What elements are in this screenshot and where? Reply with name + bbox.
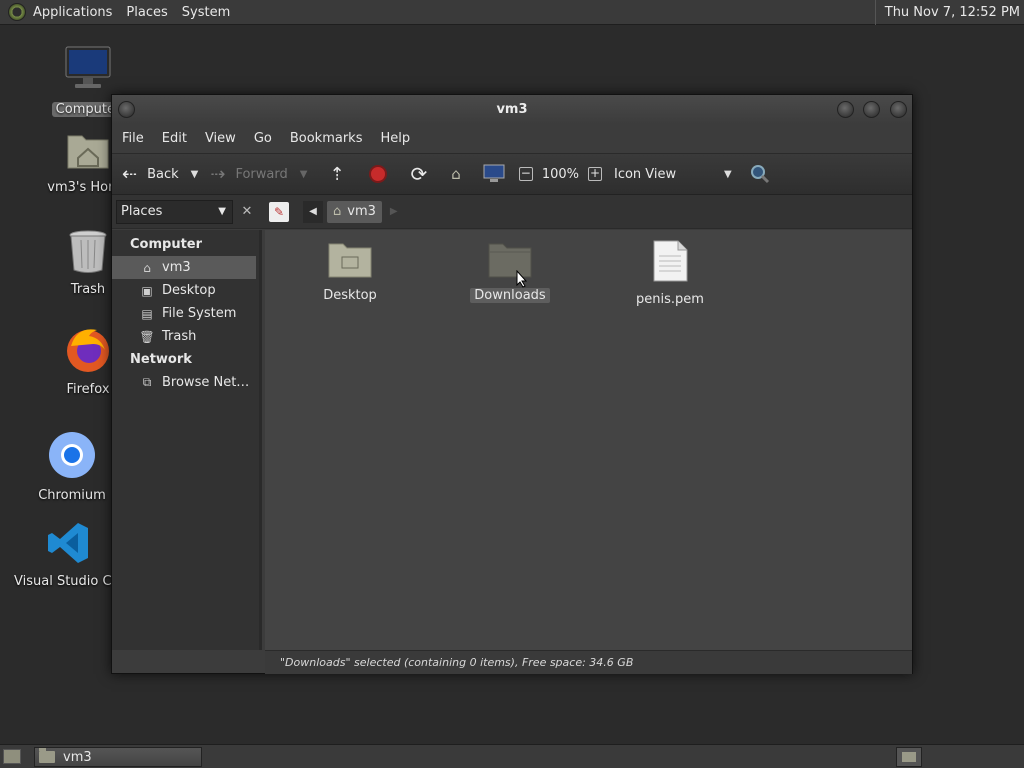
home-folder-icon — [67, 135, 109, 169]
firefox-icon — [67, 329, 109, 372]
sidebar-item-label: File System — [162, 306, 237, 321]
distro-logo-icon[interactable] — [8, 3, 26, 21]
workspace-switcher[interactable] — [896, 747, 922, 767]
back-button[interactable]: ⇠ Back — [122, 164, 179, 185]
close-button[interactable] — [890, 101, 907, 118]
sidebar-item-browse-network[interactable]: ⧉ Browse Net… — [112, 371, 259, 394]
sidebar-item-label: Trash — [162, 329, 197, 344]
sidebar-item-filesystem[interactable]: ▤ File System — [112, 302, 259, 325]
places-combo-label: Places — [121, 204, 163, 219]
computer-icon[interactable] — [483, 164, 505, 184]
up-icon[interactable]: ⇡ — [329, 164, 344, 185]
folder-icon — [902, 752, 916, 762]
search-icon[interactable] — [750, 164, 770, 184]
folder-icon — [39, 748, 55, 763]
location-bar: Places ▼ ✕ ✎ ◀ ⌂ vm3 ▶ — [112, 195, 912, 229]
show-desktop-icon[interactable] — [3, 749, 21, 764]
taskbar-button-vm3[interactable]: vm3 — [34, 747, 202, 767]
text-file-icon — [653, 240, 688, 282]
menu-file[interactable]: File — [112, 131, 153, 146]
window-title: vm3 — [496, 102, 528, 117]
sidebar: Computer ⌂ vm3 ▣ Desktop ▤ File System 🗑… — [112, 230, 262, 650]
back-arrow-icon: ⇠ — [122, 163, 138, 185]
desktop-label-trash: Trash — [70, 282, 106, 297]
trash-icon — [69, 230, 107, 273]
taskbar-label: vm3 — [63, 749, 92, 765]
desktop-label-firefox: Firefox — [66, 382, 110, 397]
sidebar-item-label: vm3 — [162, 260, 191, 275]
places-menu[interactable]: Places — [119, 0, 174, 25]
status-bar: "Downloads" selected (containing 0 items… — [265, 650, 912, 674]
path-button-label: vm3 — [347, 204, 376, 219]
monitor-icon — [65, 46, 111, 88]
view-mode-dropdown[interactable]: ▼ — [724, 169, 732, 180]
trash-icon: 🗑 — [139, 329, 155, 344]
edit-location-icon[interactable]: ✎ — [269, 201, 289, 222]
sidebar-places-select[interactable]: Places ▼ — [116, 199, 233, 224]
desktop-icon: ▣ — [141, 283, 153, 298]
toolbar: ⇠ Back ▼ ⇢ Forward ▼ ⇡ ⟳ ⌂ − 100% + Icon… — [112, 153, 912, 195]
back-label: Back — [147, 166, 179, 182]
window-titlebar[interactable]: vm3 — [112, 95, 912, 124]
sidebar-item-desktop[interactable]: ▣ Desktop — [112, 279, 259, 302]
file-view[interactable]: Desktop Downloads penis.pem — [265, 230, 912, 650]
clock[interactable]: Thu Nov 7, 12:52 PM — [874, 0, 1020, 25]
file-manager-window: vm3 File Edit View Go Bookmarks Help ⇠ B… — [111, 94, 913, 674]
path-right-arrow-icon[interactable]: ▶ — [390, 206, 398, 217]
forward-label: Forward — [235, 166, 288, 182]
sidebar-item-vm3[interactable]: ⌂ vm3 — [112, 256, 256, 279]
maximize-button[interactable] — [863, 101, 880, 118]
file-label: Desktop — [323, 288, 377, 303]
forward-arrow-icon: ⇢ — [210, 163, 226, 185]
menu-help[interactable]: Help — [371, 131, 419, 146]
file-label: penis.pem — [636, 292, 704, 307]
forward-button[interactable]: ⇢ Forward — [210, 164, 287, 185]
path-left-arrow-icon[interactable]: ◀ — [303, 200, 323, 223]
menu-go[interactable]: Go — [245, 131, 281, 146]
menu-bookmarks[interactable]: Bookmarks — [281, 131, 372, 146]
path-button-vm3[interactable]: ⌂ vm3 — [327, 200, 382, 223]
zoom-in-icon[interactable]: + — [588, 167, 602, 181]
desktop-icon-vscode[interactable]: Visual Studio Code — [14, 520, 124, 589]
chevron-down-icon: ▼ — [218, 206, 226, 217]
system-menu[interactable]: System — [175, 0, 237, 25]
back-history-dropdown[interactable]: ▼ — [191, 169, 199, 180]
view-mode-select[interactable]: Icon View — [614, 167, 724, 182]
home-icon: ⌂ — [333, 204, 342, 219]
menubar: File Edit View Go Bookmarks Help — [112, 124, 912, 153]
file-item-desktop[interactable]: Desktop — [290, 240, 410, 303]
sidebar-section-computer: Computer — [130, 237, 203, 252]
vscode-icon — [48, 523, 88, 563]
close-sidebar-icon[interactable]: ✕ — [236, 201, 258, 223]
sidebar-item-label: Browse Net… — [162, 375, 250, 390]
minimize-button[interactable] — [837, 101, 854, 118]
menu-edit[interactable]: Edit — [153, 131, 196, 146]
home-icon[interactable]: ⌂ — [451, 165, 461, 183]
reload-icon[interactable]: ⟳ — [411, 162, 428, 186]
file-label: Downloads — [470, 288, 550, 303]
bottom-panel: vm3 — [0, 744, 1024, 768]
sidebar-item-label: Desktop — [162, 283, 216, 298]
home-icon: ⌂ — [143, 260, 151, 275]
zoom-level[interactable]: 100% — [542, 167, 579, 182]
top-panel: Applications Places System Thu Nov 7, 12… — [0, 0, 1024, 25]
drive-icon: ▤ — [141, 306, 153, 321]
sidebar-item-trash[interactable]: 🗑 Trash — [112, 325, 259, 348]
desktop-label-chromium: Chromium — [38, 488, 106, 503]
file-item-pem[interactable]: penis.pem — [610, 240, 730, 307]
stop-icon[interactable] — [368, 165, 387, 183]
applications-menu[interactable]: Applications — [26, 0, 119, 25]
network-icon: ⧉ — [142, 375, 152, 389]
sidebar-section-network: Network — [130, 352, 192, 367]
zoom-out-icon[interactable]: − — [518, 167, 533, 181]
window-menu-button[interactable] — [118, 101, 135, 118]
desktop-folder-icon — [328, 243, 372, 278]
forward-history-dropdown[interactable]: ▼ — [300, 169, 308, 180]
menu-view[interactable]: View — [196, 131, 245, 146]
chromium-icon — [49, 432, 95, 478]
desktop-label-vscode: Visual Studio Code — [14, 574, 124, 589]
file-item-downloads[interactable]: Downloads — [450, 240, 570, 303]
mouse-cursor-icon — [516, 270, 528, 288]
